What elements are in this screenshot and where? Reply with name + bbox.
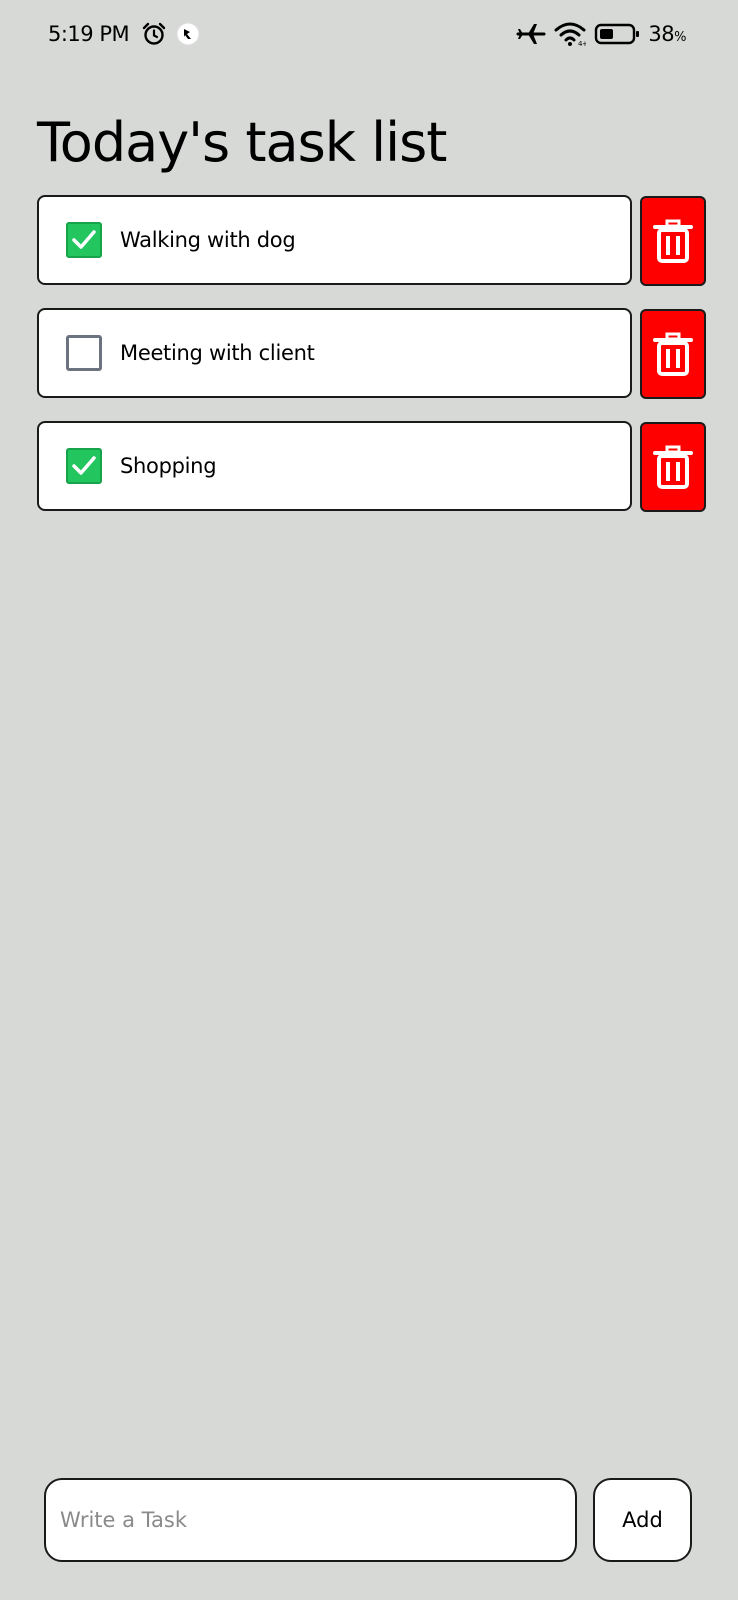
alarm-icon: [141, 21, 167, 47]
battery-icon: [594, 22, 640, 46]
trash-icon: [653, 332, 693, 376]
task-input[interactable]: [44, 1478, 577, 1562]
battery-percentage-suffix: %: [674, 30, 686, 45]
task-card[interactable]: Meeting with client: [37, 308, 632, 398]
status-bar-right: 4+ 38%: [516, 21, 686, 47]
delete-task-button[interactable]: [640, 196, 706, 286]
delete-task-button[interactable]: [640, 422, 706, 512]
delete-task-button[interactable]: [640, 309, 706, 399]
app-notification-icon: [175, 21, 201, 47]
task-label: Walking with dog: [120, 228, 296, 252]
status-time: 5:19 PM: [48, 22, 130, 46]
battery-percentage-value: 38: [648, 22, 675, 46]
page-title: Today's task list: [37, 111, 447, 174]
status-bar: 5:19 PM 4+ 38%: [48, 14, 686, 54]
trash-icon: [653, 219, 693, 263]
svg-text:4+: 4+: [578, 40, 586, 47]
task-card[interactable]: Walking with dog: [37, 195, 632, 285]
task-row: Shopping: [37, 421, 707, 515]
airplane-mode-icon: [516, 21, 546, 47]
add-button[interactable]: Add: [593, 1478, 692, 1562]
battery-percentage: 38%: [648, 22, 686, 46]
add-task-bar: Add: [44, 1478, 694, 1562]
trash-icon: [653, 445, 693, 489]
task-label: Shopping: [120, 454, 217, 478]
task-label: Meeting with client: [120, 341, 315, 365]
task-list: Walking with dog Meeting with client Sho…: [37, 195, 707, 534]
task-row: Meeting with client: [37, 308, 707, 402]
task-checkbox-unchecked[interactable]: [66, 335, 102, 371]
status-bar-left: 5:19 PM: [48, 21, 201, 47]
wifi-icon: 4+: [554, 21, 586, 47]
task-card[interactable]: Shopping: [37, 421, 632, 511]
checkmark-icon: [72, 230, 96, 249]
task-checkbox-checked[interactable]: [66, 448, 102, 484]
task-row: Walking with dog: [37, 195, 707, 289]
task-checkbox-checked[interactable]: [66, 222, 102, 258]
checkmark-icon: [72, 456, 96, 475]
